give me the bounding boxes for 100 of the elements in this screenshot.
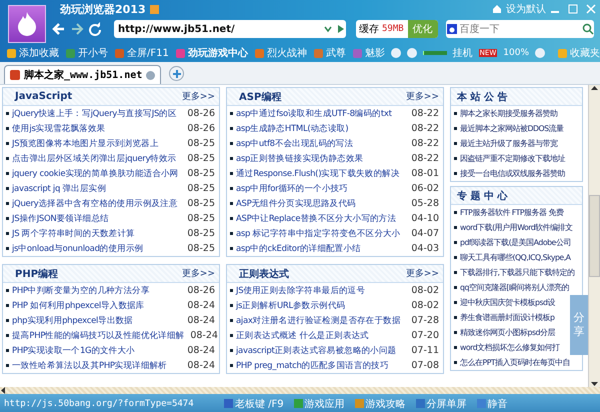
more-link[interactable]: 更多>>	[406, 267, 439, 280]
browser-tab[interactable]: 脚本之家_www.jb51.net	[4, 65, 162, 84]
article-link[interactable]: asp 标记字符串中指定字符变色不区分大小	[236, 228, 400, 240]
article-link[interactable]: php实现利用phpexcel导出数据	[12, 314, 133, 326]
bullet-icon	[454, 211, 457, 214]
back-icon[interactable]	[52, 22, 66, 36]
bullet-icon	[454, 316, 457, 319]
bookmark-icon	[114, 48, 125, 58]
bullet-icon	[454, 241, 457, 244]
date-label: 08-24	[187, 300, 215, 311]
article-link[interactable]: jQuery选择器中含有空格的使用示例及注意	[12, 198, 178, 210]
bullet-icon	[230, 319, 233, 322]
bookmark-icon	[352, 48, 363, 58]
status-icon	[224, 399, 233, 408]
refresh-icon[interactable]	[88, 22, 102, 36]
date-label: 04-07	[411, 228, 439, 239]
date-label: 08-25	[187, 183, 215, 194]
status-url: http://js.50bang.org/?formType=5474	[4, 398, 195, 408]
article-link[interactable]: 提高PHP性能的编码技巧以及性能优化详细解	[12, 330, 184, 342]
more-link[interactable]: 更多>>	[182, 267, 215, 280]
bookmark-icon	[312, 48, 324, 58]
article-link[interactable]: javascript jq 弹出层实例	[12, 182, 106, 194]
date-label: 08-02	[411, 300, 439, 311]
maximize-icon[interactable]	[568, 4, 578, 14]
date-label: 08-01	[411, 168, 439, 179]
article-link[interactable]: JS 两个字符串时间的天数差计算	[12, 228, 135, 240]
bullet-icon	[454, 271, 457, 274]
article-link[interactable]: PHP preg_match的匹配多国语言的技巧	[236, 360, 389, 372]
article-link[interactable]: PHP实现读取一个1G的文件大小	[12, 344, 135, 356]
status-icon	[416, 399, 425, 408]
article-link[interactable]: JS预览图像将本地图片显示到浏览器上	[12, 138, 159, 150]
bullet-icon	[454, 142, 457, 145]
date-label: 05-28	[411, 198, 439, 209]
article-link[interactable]: PHP中判断变量为空的几种方法分享	[12, 284, 150, 296]
article-link[interactable]: ASP中让Replace替换不区分大小写的方法	[236, 212, 396, 224]
new-tab-button[interactable]	[169, 66, 184, 81]
bullet-icon	[230, 202, 233, 205]
bullet-icon	[6, 319, 9, 322]
badge-icon	[150, 4, 159, 14]
article-link[interactable]: PHP 如何利用phpexcel导入数据库	[12, 300, 144, 312]
article-link[interactable]: 正则表达式概述 什么是正则表达式	[236, 330, 369, 342]
date-label: 06-02	[411, 183, 439, 194]
bookmark-icon	[254, 48, 265, 58]
bullet-icon	[230, 349, 233, 352]
article-link[interactable]: JS操作JSON要领详细总结	[12, 212, 109, 224]
article-link[interactable]: ASP无组件分页实现思路及代码	[236, 198, 356, 210]
bookmark-item[interactable]: 烈火战神	[254, 46, 307, 60]
more-link[interactable]: 更多>>	[406, 90, 439, 103]
date-label: 04-10	[411, 213, 439, 224]
article-link[interactable]: asp中的ckEditor的详细配置小结	[236, 242, 361, 254]
article-link[interactable]: asp中utf8不会出现乱码的写法	[236, 138, 354, 150]
bookmark-item[interactable]: 添加收藏	[6, 46, 59, 60]
bookmark-icon	[174, 48, 186, 58]
bullet-icon	[230, 187, 233, 190]
date-label: 08-24	[187, 360, 215, 371]
bookmark-item[interactable]: 开小号	[65, 46, 108, 60]
date-label: 08-25	[187, 153, 215, 164]
date-label: 07-11	[411, 345, 439, 356]
scroll-left-icon[interactable]	[0, 387, 6, 394]
bullet-icon	[6, 202, 9, 205]
scrollbar[interactable]	[588, 85, 600, 387]
bullet-icon	[230, 247, 233, 250]
horizontal-scrollbar[interactable]	[0, 387, 600, 394]
panel-title: 专 题 中 心	[457, 189, 508, 202]
date-label: 08-25	[187, 213, 215, 224]
more-link[interactable]: 更多>>	[182, 90, 215, 103]
article-link[interactable]: jquery cookie实现的简单换肤功能适合小网	[12, 168, 178, 180]
article-link[interactable]: 一致性哈希算法以及其PHP实现详细解析	[12, 360, 167, 372]
article-link[interactable]: asp中通过fso读取和生成UTF-8编码的txt	[236, 108, 392, 120]
search-box[interactable]: 百度一下	[446, 20, 594, 38]
bullet-icon	[230, 334, 233, 337]
bullet-icon	[230, 289, 233, 292]
bullet-icon	[230, 157, 233, 160]
bullet-icon	[454, 346, 457, 349]
article-link[interactable]: js正则解析URL参数示例代码	[236, 300, 346, 312]
article-link[interactable]: js中onload与onunload的使用示例	[12, 242, 144, 254]
bullet-icon	[454, 331, 457, 334]
article-link[interactable]: asp中用for循环的一个小技巧	[236, 182, 348, 194]
article-link[interactable]: asp正则替换链接实现伪静态效果	[236, 152, 364, 164]
logo-icon	[8, 5, 46, 43]
article-link[interactable]: 点击弹出层外区域关闭弹出层jquery特效示	[12, 152, 176, 164]
bullet-icon	[6, 112, 9, 115]
forward-icon[interactable]	[70, 22, 84, 36]
article-link[interactable]: 使用js实现雪花飘落效果	[12, 122, 106, 134]
search-icon[interactable]	[582, 23, 594, 35]
home-icon	[492, 4, 502, 14]
date-label: 08-25	[187, 138, 215, 149]
article-link[interactable]: ajax对注册名进行验证检测是否存在于数据	[236, 314, 401, 326]
bookmark-item[interactable]: 劲玩游戏中心	[174, 46, 248, 60]
article-link[interactable]: jQuery快速上手：写jQuery与直接写JS的区	[12, 108, 176, 120]
article-link[interactable]: asp生成静态HTML(动态读取)	[236, 122, 348, 134]
panel-title: JavaScript	[15, 91, 72, 102]
address-field[interactable]: http://www.jb51.net/	[114, 20, 346, 38]
bookmark-icon	[557, 48, 568, 58]
article-link[interactable]: JS使用正则去除字符串最后的逗号	[236, 284, 366, 296]
article-link[interactable]: javascript正则表达式容易被忽略的小问题	[236, 344, 396, 356]
bullet-icon	[454, 127, 457, 130]
article-link[interactable]: 通过Response.Flush()实现下载失败的解决	[236, 168, 400, 180]
bookmark-item[interactable]: 全屏/F11	[114, 46, 169, 60]
date-label: 08-26	[187, 285, 215, 296]
